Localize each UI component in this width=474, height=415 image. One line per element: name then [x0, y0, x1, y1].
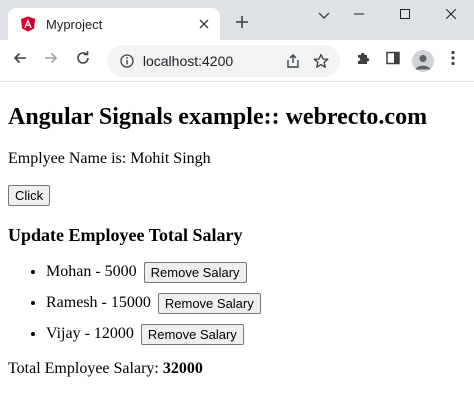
chevron-down-icon	[318, 7, 330, 25]
menu-icon	[451, 50, 455, 71]
remove-salary-button[interactable]: Remove Salary	[157, 293, 261, 314]
browser-toolbar: localhost:4200	[0, 40, 474, 82]
employee-salary-label: Ramesh - 15000	[46, 294, 151, 312]
tab-strip: Myproject	[0, 0, 474, 40]
click-button[interactable]: Click	[8, 185, 51, 206]
star-icon[interactable]	[310, 50, 332, 72]
extensions-icon	[355, 50, 371, 71]
employee-salary-label: Vijay - 12000	[46, 325, 134, 343]
reload-icon	[75, 50, 91, 71]
maximize-button[interactable]	[382, 0, 428, 30]
back-button[interactable]	[6, 47, 34, 75]
list-item: Mohan - 5000 Remove Salary	[46, 262, 466, 283]
side-panel-icon	[385, 50, 401, 71]
menu-button[interactable]	[438, 46, 468, 76]
info-icon[interactable]	[119, 53, 135, 69]
remove-salary-button[interactable]: Remove Salary	[143, 262, 247, 283]
reload-button[interactable]	[69, 47, 97, 75]
tab-close-icon[interactable]	[196, 16, 212, 32]
page-title: Angular Signals example:: webrecto.com	[8, 104, 428, 130]
total-salary-text: Total Employee Salary: 32000	[8, 359, 466, 379]
extensions-button[interactable]	[348, 46, 378, 76]
tab-myproject[interactable]: Myproject	[8, 8, 220, 40]
angular-icon	[20, 16, 36, 32]
page-content: Angular Signals example:: webrecto.com E…	[0, 83, 474, 415]
side-panel-button[interactable]	[378, 46, 408, 76]
minimize-button[interactable]	[336, 0, 382, 30]
back-icon	[12, 50, 28, 71]
url-text[interactable]: localhost:4200	[143, 53, 276, 69]
close-window-button[interactable]	[428, 0, 474, 30]
share-icon[interactable]	[282, 50, 304, 72]
employee-name-text: Emplyee Name is: Mohit Singh	[8, 150, 211, 167]
close-icon	[445, 6, 457, 24]
employee-list: Mohan - 5000 Remove Salary Ramesh - 1500…	[8, 262, 466, 345]
maximize-icon	[400, 6, 410, 24]
employee-salary-label: Mohan - 5000	[46, 263, 137, 281]
tab-title: Myproject	[46, 16, 103, 32]
total-salary-label: Total Employee Salary:	[8, 360, 163, 377]
profile-button[interactable]	[408, 46, 438, 76]
browser-window: Myproject localhost:4200 Angular Signals…	[0, 0, 474, 415]
section-heading: Update Employee Total Salary	[8, 225, 243, 245]
total-salary-value: 32000	[162, 360, 203, 377]
list-item: Ramesh - 15000 Remove Salary	[46, 293, 466, 314]
tab-search-button[interactable]	[312, 6, 336, 26]
profile-icon	[412, 49, 434, 72]
forward-button[interactable]	[38, 47, 66, 75]
toolbar-actions	[348, 46, 468, 76]
remove-salary-button[interactable]: Remove Salary	[140, 324, 244, 345]
list-item: Vijay - 12000 Remove Salary	[46, 324, 466, 345]
new-tab-button[interactable]	[232, 12, 252, 32]
minimize-icon	[354, 6, 364, 24]
address-bar[interactable]: localhost:4200	[106, 44, 340, 77]
window-controls	[336, 0, 474, 30]
forward-icon	[43, 50, 59, 71]
